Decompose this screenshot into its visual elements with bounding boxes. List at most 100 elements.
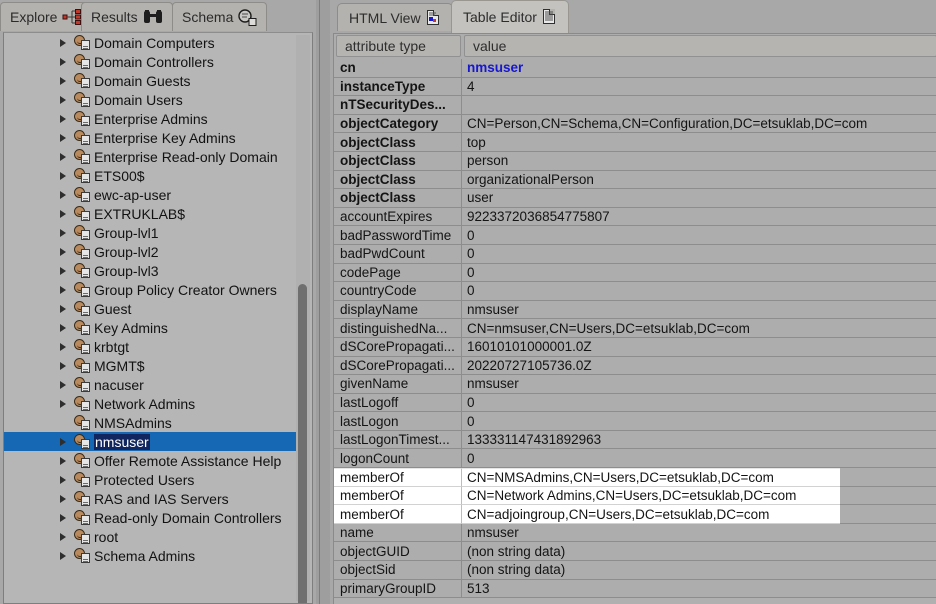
table-row[interactable]: lastLogon 0 xyxy=(334,412,936,431)
expand-arrow-icon[interactable] xyxy=(60,361,66,370)
expand-arrow-icon[interactable] xyxy=(60,152,66,161)
cell-attribute-type[interactable]: objectClass xyxy=(334,189,462,208)
cell-value[interactable]: CN=adjoingroup,CN=Users,DC=etsuklab,DC=c… xyxy=(462,505,840,524)
tree-item[interactable]: nacuser xyxy=(4,375,296,394)
tree-item[interactable]: MGMT$ xyxy=(4,356,296,375)
tree-item[interactable]: Key Admins xyxy=(4,318,296,337)
table-row[interactable]: lastLogonTimest... 133331147431892963 xyxy=(334,430,936,450)
tree-scrollbar-thumb[interactable] xyxy=(298,284,307,603)
tree-vertical-scrollbar[interactable] xyxy=(296,35,310,603)
table-row[interactable]: logonCount 0 xyxy=(334,449,936,469)
expand-arrow-icon[interactable] xyxy=(60,342,66,351)
cell-attribute-type[interactable]: dSCorePropagati... xyxy=(334,337,462,357)
cell-value[interactable]: 9223372036854775807 xyxy=(462,207,936,227)
tree-item[interactable]: nmsuser xyxy=(4,432,296,451)
table-row[interactable]: objectGUID (non string data) xyxy=(334,542,936,562)
column-header-attribute-type[interactable]: attribute type xyxy=(336,35,461,57)
tree-item[interactable]: NMSAdmins xyxy=(4,413,296,432)
cell-value[interactable]: CN=Network Admins,CN=Users,DC=etsuklab,D… xyxy=(462,486,840,506)
tab-table-editor[interactable]: Table Editor xyxy=(451,0,569,33)
cell-value[interactable]: 0 xyxy=(462,244,936,264)
tree-item[interactable]: Group Policy Creator Owners xyxy=(4,280,296,299)
cell-value[interactable]: 16010101000001.0Z xyxy=(462,337,936,357)
tree-item[interactable]: Group-lvl3 xyxy=(4,261,296,280)
tree-item[interactable]: ETS00$ xyxy=(4,166,296,185)
table-row[interactable]: codePage 0 xyxy=(334,263,936,283)
cell-attribute-type[interactable]: objectClass xyxy=(334,133,462,152)
tree-item[interactable]: Domain Controllers xyxy=(4,52,296,71)
table-row[interactable]: givenName nmsuser xyxy=(334,375,936,394)
expand-arrow-icon[interactable] xyxy=(60,437,66,446)
cell-value[interactable]: 0 xyxy=(462,449,936,469)
expand-arrow-icon[interactable] xyxy=(60,133,66,142)
table-row[interactable]: displayName nmsuser xyxy=(334,300,936,320)
expand-arrow-icon[interactable] xyxy=(60,456,66,465)
cell-value[interactable]: top xyxy=(462,133,936,152)
cell-attribute-type[interactable]: memberOf xyxy=(334,505,462,524)
cell-attribute-type[interactable]: dSCorePropagati... xyxy=(334,356,462,376)
table-row[interactable]: dSCorePropagati... 20220727105736.0Z xyxy=(334,356,936,376)
cell-value[interactable]: 20220727105736.0Z xyxy=(462,356,936,376)
tree-item[interactable]: Domain Guests xyxy=(4,71,296,90)
cell-value[interactable]: organizationalPerson xyxy=(462,170,936,190)
table-row[interactable]: distinguishedNa... CN=nmsuser,CN=Users,DC… xyxy=(334,319,936,338)
table-row[interactable]: primaryGroupID 513 xyxy=(334,579,936,599)
tab-schema[interactable]: Schema xyxy=(172,2,268,31)
cell-value[interactable]: (non string data) xyxy=(462,542,936,562)
cell-value[interactable]: CN=NMSAdmins,CN=Users,DC=etsuklab,DC=com xyxy=(462,468,840,487)
expand-arrow-icon[interactable] xyxy=(60,171,66,180)
cell-attribute-type[interactable]: memberOf xyxy=(334,486,462,506)
cell-attribute-type[interactable]: name xyxy=(334,523,462,543)
expand-arrow-icon[interactable] xyxy=(60,228,66,237)
expand-arrow-icon[interactable] xyxy=(60,38,66,47)
tree-item[interactable]: Read-only Domain Controllers xyxy=(4,508,296,527)
cell-attribute-type[interactable]: givenName xyxy=(334,375,462,394)
tree-item[interactable]: Schema Admins xyxy=(4,546,296,565)
table-row[interactable]: dSCorePropagati... 16010101000001.0Z xyxy=(334,337,936,357)
expand-arrow-icon[interactable] xyxy=(60,323,66,332)
expand-arrow-icon[interactable] xyxy=(60,247,66,256)
table-row[interactable]: nTSecurityDes... xyxy=(334,96,936,115)
cell-attribute-type[interactable]: cn xyxy=(334,59,462,78)
cell-attribute-type[interactable]: objectClass xyxy=(334,170,462,190)
table-row[interactable]: name nmsuser xyxy=(334,523,936,543)
cell-attribute-type[interactable]: objectClass xyxy=(334,151,462,171)
cell-attribute-type[interactable]: nTSecurityDes... xyxy=(334,96,462,115)
expand-arrow-icon[interactable] xyxy=(60,209,66,218)
expand-arrow-icon[interactable] xyxy=(60,494,66,503)
cell-value[interactable]: 0 xyxy=(462,226,936,245)
cell-value[interactable]: CN=nmsuser,CN=Users,DC=etsuklab,DC=com xyxy=(462,319,936,338)
cell-attribute-type[interactable]: lastLogoff xyxy=(334,393,462,413)
table-row[interactable]: objectClass person xyxy=(334,151,936,171)
expand-arrow-icon[interactable] xyxy=(60,551,66,560)
table-row[interactable]: memberOf CN=adjoingroup,CN=Users,DC=etsuk… xyxy=(334,505,936,524)
cell-attribute-type[interactable]: instanceType xyxy=(334,77,462,97)
expand-arrow-icon[interactable] xyxy=(60,532,66,541)
cell-attribute-type[interactable]: accountExpires xyxy=(334,207,462,227)
expand-arrow-icon[interactable] xyxy=(60,380,66,389)
tree-item[interactable]: Domain Users xyxy=(4,90,296,109)
tree-item[interactable]: Enterprise Read-only Domain xyxy=(4,147,296,166)
column-header-value[interactable]: value xyxy=(464,35,936,57)
expand-arrow-icon[interactable] xyxy=(60,475,66,484)
tree-item[interactable]: krbtgt xyxy=(4,337,296,356)
tree-item[interactable]: root xyxy=(4,527,296,546)
cell-attribute-type[interactable]: logonCount xyxy=(334,449,462,469)
tree-item[interactable]: ewc-ap-user xyxy=(4,185,296,204)
cell-attribute-type[interactable]: displayName xyxy=(334,300,462,320)
expand-arrow-icon[interactable] xyxy=(60,285,66,294)
tree-item[interactable]: Guest xyxy=(4,299,296,318)
cell-value[interactable]: nmsuser xyxy=(462,375,936,394)
table-row[interactable]: memberOf CN=Network Admins,CN=Users,DC=et… xyxy=(334,486,936,506)
cell-value[interactable]: nmsuser xyxy=(462,59,936,78)
table-row[interactable]: lastLogoff 0 xyxy=(334,393,936,413)
table-row[interactable]: accountExpires 9223372036854775807 xyxy=(334,207,936,227)
cell-value[interactable]: 0 xyxy=(462,263,936,283)
tree-item[interactable]: Network Admins xyxy=(4,394,296,413)
expand-arrow-icon[interactable] xyxy=(60,114,66,123)
table-row[interactable]: badPwdCount 0 xyxy=(334,244,936,264)
cell-value[interactable]: 133331147431892963 xyxy=(462,430,936,450)
expand-arrow-icon[interactable] xyxy=(60,513,66,522)
table-row[interactable]: instanceType 4 xyxy=(334,77,936,97)
expand-arrow-icon[interactable] xyxy=(60,399,66,408)
